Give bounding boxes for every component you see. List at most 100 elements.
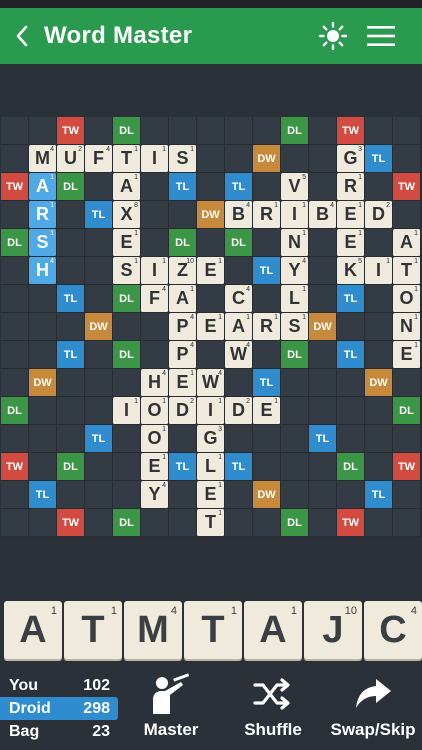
- bonus-square[interactable]: TW: [337, 117, 365, 145]
- board-tile[interactable]: E1: [197, 257, 225, 285]
- board-cell[interactable]: [1, 425, 29, 453]
- bonus-square[interactable]: TL: [365, 145, 393, 173]
- board-cell[interactable]: [365, 341, 393, 369]
- board-cell[interactable]: [1, 201, 29, 229]
- board-tile[interactable]: D2: [225, 397, 253, 425]
- board-tile[interactable]: G3: [337, 145, 365, 173]
- board-tile[interactable]: Y4: [281, 257, 309, 285]
- board-tile[interactable]: I1: [365, 257, 393, 285]
- board-cell[interactable]: [29, 117, 57, 145]
- bonus-square[interactable]: TL: [309, 425, 337, 453]
- board-cell[interactable]: [309, 509, 337, 537]
- board-cell[interactable]: [393, 145, 421, 173]
- rack-tile[interactable]: A1: [244, 601, 302, 659]
- bonus-square[interactable]: DL: [169, 229, 197, 257]
- board-tile[interactable]: I1: [197, 397, 225, 425]
- board-cell[interactable]: [365, 509, 393, 537]
- bonus-square[interactable]: DL: [225, 229, 253, 257]
- board-cell[interactable]: [57, 201, 85, 229]
- board-cell[interactable]: [1, 341, 29, 369]
- bonus-square[interactable]: TW: [337, 509, 365, 537]
- board-cell[interactable]: [365, 117, 393, 145]
- board-tile[interactable]: H4: [141, 369, 169, 397]
- shuffle-button[interactable]: Shuffle: [238, 668, 308, 750]
- board-cell[interactable]: [281, 453, 309, 481]
- board-cell[interactable]: [85, 341, 113, 369]
- board-cell[interactable]: [169, 481, 197, 509]
- board-cell[interactable]: [1, 313, 29, 341]
- board-cell[interactable]: [309, 453, 337, 481]
- board-tile[interactable]: A1: [113, 173, 141, 201]
- board-cell[interactable]: [57, 229, 85, 257]
- rack-tile[interactable]: T1: [64, 601, 122, 659]
- board-cell[interactable]: [365, 173, 393, 201]
- board-cell[interactable]: [309, 341, 337, 369]
- master-button[interactable]: Master: [134, 668, 208, 750]
- rack-tile[interactable]: A1: [4, 601, 62, 659]
- board-cell[interactable]: [141, 229, 169, 257]
- board-tile[interactable]: W4: [197, 369, 225, 397]
- board-tile[interactable]: N1: [281, 229, 309, 257]
- brightness-button[interactable]: [316, 20, 350, 52]
- bonus-square[interactable]: DL: [113, 509, 141, 537]
- board-cell[interactable]: [225, 145, 253, 173]
- board-tile[interactable]: E1: [113, 229, 141, 257]
- bonus-square[interactable]: DW: [29, 369, 57, 397]
- bonus-square[interactable]: DW: [309, 313, 337, 341]
- board-cell[interactable]: [365, 285, 393, 313]
- board-cell[interactable]: [197, 229, 225, 257]
- swap-skip-button[interactable]: Swap/Skip: [326, 668, 420, 750]
- board-tile[interactable]: W4: [225, 341, 253, 369]
- board-cell[interactable]: [141, 173, 169, 201]
- board-cell[interactable]: [85, 285, 113, 313]
- bonus-square[interactable]: TL: [57, 285, 85, 313]
- game-board[interactable]: TW DL DL TW M 4 U 2 F 4 T 1 I 1 S 1 DW G 3 TL TW A 1 DL A 1 TL TL V 5…: [1, 117, 421, 537]
- board-tile[interactable]: C4: [225, 285, 253, 313]
- bonus-square[interactable]: DL: [281, 117, 309, 145]
- board-tile[interactable]: Z 10: [169, 257, 197, 285]
- board-cell[interactable]: [253, 229, 281, 257]
- board-cell[interactable]: [281, 481, 309, 509]
- bonus-square[interactable]: TL: [85, 425, 113, 453]
- bonus-square[interactable]: TL: [169, 453, 197, 481]
- board-cell[interactable]: [225, 117, 253, 145]
- board-tile[interactable]: A1: [393, 229, 421, 257]
- board-cell[interactable]: [337, 481, 365, 509]
- bonus-square[interactable]: TL: [253, 369, 281, 397]
- board-cell[interactable]: [1, 117, 29, 145]
- bonus-square[interactable]: TW: [1, 173, 29, 201]
- menu-button[interactable]: [364, 20, 398, 52]
- board-tile[interactable]: F4: [85, 145, 113, 173]
- board-tile[interactable]: P4: [169, 313, 197, 341]
- board-tile[interactable]: O1: [141, 425, 169, 453]
- board-cell[interactable]: [365, 229, 393, 257]
- board-cell[interactable]: [141, 201, 169, 229]
- board-cell[interactable]: [57, 257, 85, 285]
- board-cell[interactable]: [85, 117, 113, 145]
- board-cell[interactable]: [1, 285, 29, 313]
- board-cell[interactable]: [281, 397, 309, 425]
- board-cell[interactable]: [1, 257, 29, 285]
- board-tile[interactable]: Y4: [141, 481, 169, 509]
- board-tile[interactable]: I1: [281, 201, 309, 229]
- board-cell[interactable]: [365, 425, 393, 453]
- bonus-square[interactable]: DL: [113, 341, 141, 369]
- board-cell[interactable]: [309, 229, 337, 257]
- board-cell[interactable]: [169, 117, 197, 145]
- board-tile[interactable]: L1: [281, 285, 309, 313]
- bonus-square[interactable]: DL: [281, 509, 309, 537]
- board-cell[interactable]: [85, 173, 113, 201]
- bonus-square[interactable]: TL: [365, 481, 393, 509]
- board-cell[interactable]: [309, 397, 337, 425]
- board-cell[interactable]: [169, 509, 197, 537]
- board-cell[interactable]: [85, 453, 113, 481]
- board-tile[interactable]: K5: [337, 257, 365, 285]
- board-tile[interactable]: A1: [29, 173, 57, 201]
- board-cell[interactable]: [1, 369, 29, 397]
- board-cell[interactable]: [337, 369, 365, 397]
- board-tile[interactable]: B4: [225, 201, 253, 229]
- board-cell[interactable]: [225, 425, 253, 453]
- board-cell[interactable]: [169, 425, 197, 453]
- board-cell[interactable]: [337, 313, 365, 341]
- board-tile[interactable]: S1: [113, 257, 141, 285]
